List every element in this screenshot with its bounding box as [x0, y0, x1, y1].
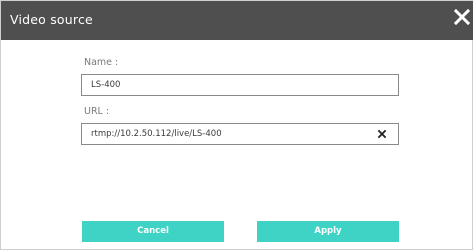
url-value: rtmp://10.2.50.112/live/LS-400: [91, 129, 222, 139]
cancel-button[interactable]: Cancel: [82, 221, 224, 242]
dialog-title: Video source: [10, 12, 93, 27]
apply-button[interactable]: Apply: [257, 221, 399, 242]
name-value: LS-400: [91, 80, 121, 90]
url-input[interactable]: rtmp://10.2.50.112/live/LS-400: [81, 123, 399, 145]
close-icon[interactable]: [453, 8, 471, 26]
name-label: Name :: [84, 57, 119, 68]
name-input[interactable]: LS-400: [81, 74, 399, 96]
clear-icon[interactable]: [376, 128, 388, 140]
title-bar: Video source: [1, 1, 473, 40]
url-label: URL :: [84, 106, 110, 117]
video-source-dialog: Video source Name : LS-400 URL : rtmp://…: [0, 0, 473, 250]
